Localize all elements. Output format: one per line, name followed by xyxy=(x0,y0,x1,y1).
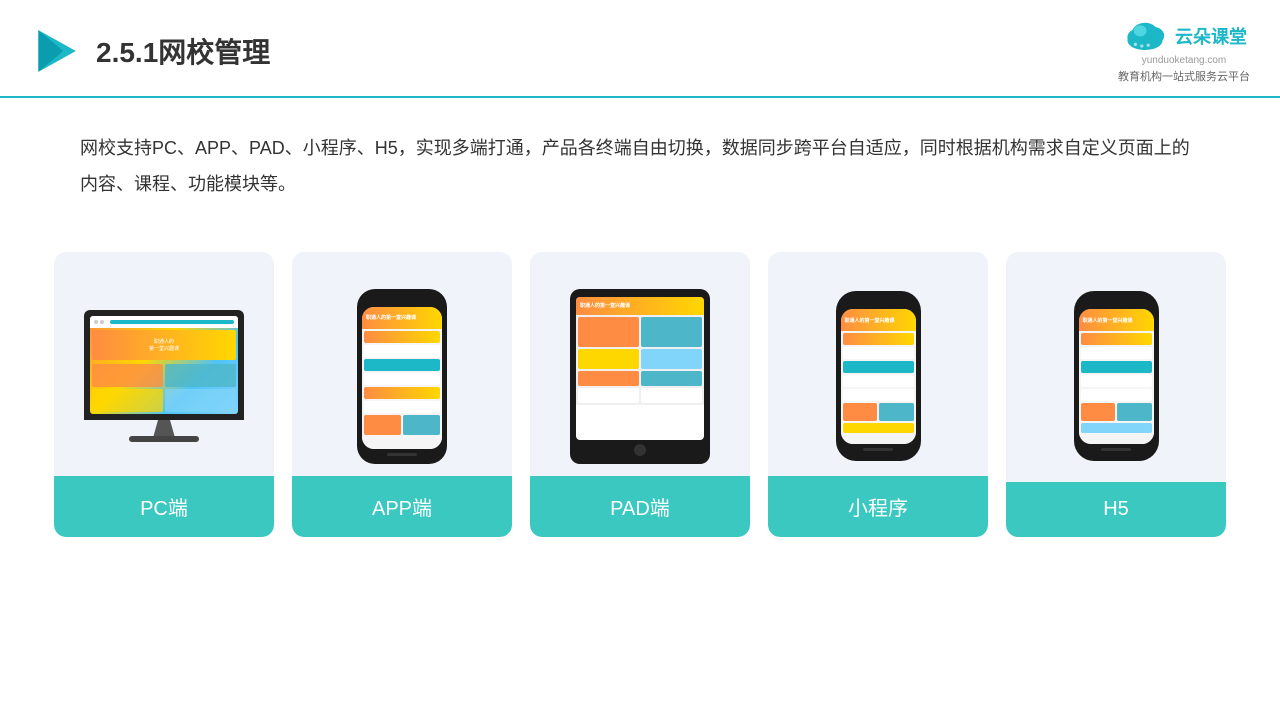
pc-card: 职通人的第一堂兴趣课 PC端 xyxy=(54,252,274,537)
pc-image-area: 职通人的第一堂兴趣课 xyxy=(54,276,274,476)
pad-card: 职通人的第一堂兴趣课 PAD端 xyxy=(530,252,750,537)
description-text: 网校支持PC、APP、PAD、小程序、H5，实现多端打通，产品各终端自由切换，数… xyxy=(0,98,1280,222)
pc-monitor: 职通人的第一堂兴趣课 xyxy=(84,310,244,420)
miniprogram-mockup: 职通人的第一堂兴趣课 xyxy=(836,291,921,461)
pad-image-area: 职通人的第一堂兴趣课 xyxy=(530,276,750,476)
brand-tagline: 教育机构一站式服务云平台 xyxy=(1118,68,1250,84)
pc-stand xyxy=(149,420,179,436)
pc-label: PC端 xyxy=(54,476,274,537)
pc-base xyxy=(129,436,199,442)
miniprogram-screen: 职通人的第一堂兴趣课 xyxy=(841,309,916,444)
page-title: 2.5.1网校管理 xyxy=(96,31,270,71)
h5-screen: 职通人的第一堂兴趣课 xyxy=(1079,309,1154,444)
cloud-icon xyxy=(1121,18,1169,54)
h5-image-area: 职通人的第一堂兴趣课 xyxy=(1006,276,1226,476)
brand-url: yunduoketang.com xyxy=(1142,55,1227,66)
miniprogram-image-area: 职通人的第一堂兴趣课 xyxy=(768,276,988,476)
pad-mockup: 职通人的第一堂兴趣课 xyxy=(570,289,710,464)
brand-logo: 云朵课堂 xyxy=(1121,18,1247,54)
phone-notch-2 xyxy=(864,299,892,306)
description-content: 网校支持PC、APP、PAD、小程序、H5，实现多端打通，产品各终端自由切换，数… xyxy=(80,138,1190,194)
app-mockup: 职通人的第一堂兴趣课 xyxy=(357,289,447,464)
tablet-screen: 职通人的第一堂兴趣课 xyxy=(576,297,704,440)
phone-notch-3 xyxy=(1102,299,1130,306)
pc-screen: 职通人的第一堂兴趣课 xyxy=(90,316,238,414)
header-left: 2.5.1网校管理 xyxy=(30,26,270,76)
pc-mockup: 职通人的第一堂兴趣课 xyxy=(84,310,244,442)
header: 2.5.1网校管理 云朵课堂 yunduoketang.com 教育机构一站式服… xyxy=(0,0,1280,98)
h5-mockup: 职通人的第一堂兴趣课 xyxy=(1074,291,1159,461)
logo-arrow-icon xyxy=(30,26,80,76)
pad-label: PAD端 xyxy=(530,476,750,537)
tablet-home-btn xyxy=(634,444,646,456)
h5-card: 职通人的第一堂兴趣课 xyxy=(1006,252,1226,537)
phone-bottom-bar-2 xyxy=(863,448,893,451)
phone-bottom-bar xyxy=(387,453,417,456)
brand-name: 云朵课堂 xyxy=(1175,23,1247,49)
cards-container: 职通人的第一堂兴趣课 PC端 xyxy=(0,232,1280,557)
brand-logo-area: 云朵课堂 yunduoketang.com 教育机构一站式服务云平台 xyxy=(1118,18,1250,84)
miniprogram-card: 职通人的第一堂兴趣课 xyxy=(768,252,988,537)
app-card: 职通人的第一堂兴趣课 xyxy=(292,252,512,537)
app-image-area: 职通人的第一堂兴趣课 xyxy=(292,276,512,476)
phone-bottom-bar-3 xyxy=(1101,448,1131,451)
app-label: APP端 xyxy=(292,476,512,537)
miniprogram-label: 小程序 xyxy=(768,476,988,537)
phone-notch xyxy=(387,297,417,305)
app-screen: 职通人的第一堂兴趣课 xyxy=(362,307,442,449)
h5-label: H5 xyxy=(1006,482,1226,537)
